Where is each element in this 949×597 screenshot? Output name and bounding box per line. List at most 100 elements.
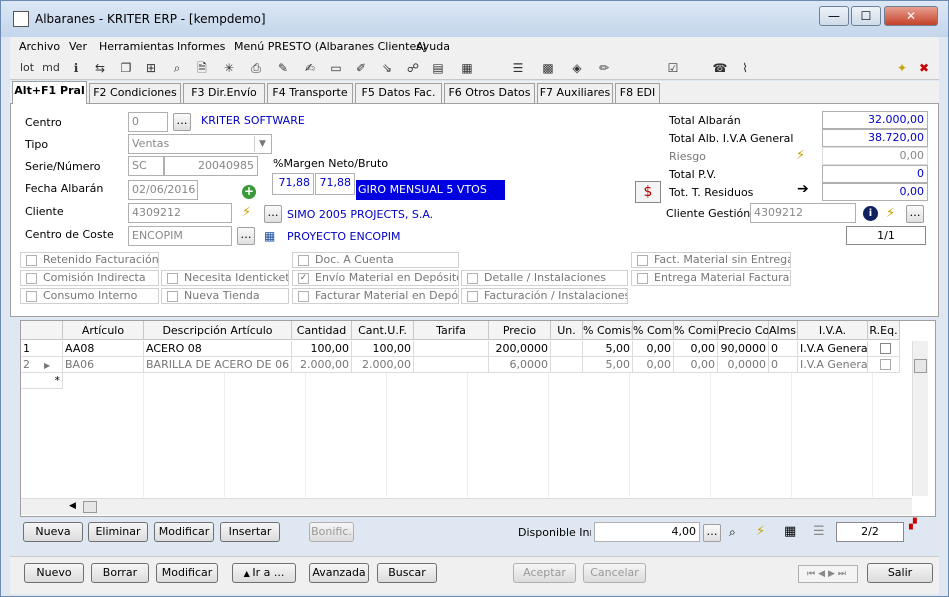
tab-dir-envio[interactable]: F3 Dir.Envío bbox=[183, 83, 265, 103]
crosshair-icon[interactable]: ✳ bbox=[221, 60, 237, 76]
header-articulo[interactable]: Artículo bbox=[63, 321, 144, 340]
envio-checkbox[interactable]: ✓ Envío Material en Depósito bbox=[292, 270, 459, 286]
network-icon[interactable]: ☍ bbox=[405, 60, 421, 76]
retenido-checkbox[interactable]: Retenido Facturación bbox=[20, 252, 159, 268]
scroll-thumb[interactable] bbox=[914, 359, 927, 373]
checklist-icon[interactable]: ☑ bbox=[665, 60, 681, 76]
lightbulb-icon[interactable]: ✦ bbox=[894, 60, 910, 76]
arrow-icon[interactable]: ⇘ bbox=[379, 60, 395, 76]
eliminar-line-button[interactable]: Eliminar bbox=[88, 522, 148, 542]
cell-comision2[interactable]: 0,00 bbox=[633, 341, 674, 357]
centro-input[interactable]: 0 bbox=[128, 112, 168, 132]
fact-material-checkbox[interactable]: Fact. Material sin Entrega bbox=[631, 252, 791, 268]
split-icon[interactable]: ⇆ bbox=[92, 60, 108, 76]
money-bag-icon[interactable]: $ bbox=[635, 181, 661, 203]
binoculars-icon[interactable]: ⌕ bbox=[169, 60, 185, 76]
cell-comision3[interactable]: 0,00 bbox=[674, 341, 718, 357]
header-iva[interactable]: I.V.A. bbox=[798, 321, 868, 340]
menu-herramientas[interactable]: Herramientas bbox=[99, 40, 174, 53]
cell-cantuf[interactable]: 100,00 bbox=[352, 341, 414, 357]
header-precio[interactable]: Precio bbox=[489, 321, 551, 340]
cell-comision1[interactable]: 5,00 bbox=[583, 341, 633, 357]
serie-input[interactable]: SC bbox=[128, 156, 164, 176]
menu-ayuda[interactable]: Ayuda bbox=[416, 40, 450, 53]
cell-un[interactable] bbox=[551, 357, 583, 373]
header-comision2[interactable]: % Comis. bbox=[633, 321, 674, 340]
riesgo-lightning-icon[interactable]: ⚡ bbox=[796, 148, 805, 163]
bonific-button[interactable]: Bonific. bbox=[309, 522, 354, 542]
info-circle-icon[interactable]: i bbox=[863, 206, 878, 221]
salir-button[interactable]: Salir bbox=[867, 563, 933, 583]
header-cantidad[interactable]: Cantidad bbox=[292, 321, 352, 340]
cancelar-button[interactable]: Cancelar bbox=[583, 563, 646, 583]
vertical-scrollbar[interactable] bbox=[912, 341, 928, 496]
detalle-checkbox[interactable]: Detalle / Instalaciones bbox=[461, 270, 628, 286]
tipo-select[interactable]: Ventas bbox=[128, 134, 272, 154]
header-tarifa[interactable]: Tarifa bbox=[414, 321, 489, 340]
cell-cantuf[interactable]: 2.000,00 bbox=[352, 357, 414, 373]
identicket-checkbox[interactable]: Necesita Identicket/A bbox=[161, 270, 289, 286]
record-navigator[interactable]: ⏮◀▶⏭ bbox=[798, 565, 858, 583]
cell-alms[interactable]: 0 bbox=[769, 357, 798, 373]
close-button[interactable]: ✕ bbox=[884, 6, 938, 26]
gestion-lookup-button[interactable]: … bbox=[906, 205, 924, 223]
binoculars-search-icon[interactable]: ⌕ bbox=[729, 525, 736, 540]
chevron-down-icon[interactable]: ▼ bbox=[254, 136, 270, 152]
highlighter-icon[interactable]: ✐ bbox=[353, 60, 369, 76]
tab-datos-fac[interactable]: F5 Datos Fac. bbox=[355, 83, 442, 103]
color-grid-icon[interactable]: ▞ bbox=[909, 519, 917, 530]
cell-tarifa[interactable] bbox=[414, 341, 489, 357]
cell-articulo[interactable]: BA06 bbox=[63, 357, 144, 373]
document-icon[interactable]: ▤ bbox=[430, 60, 446, 76]
org-chart-icon[interactable]: ☰ bbox=[510, 60, 526, 76]
coste-lookup-button[interactable]: … bbox=[237, 227, 255, 245]
hscroll-thumb[interactable] bbox=[83, 501, 97, 513]
lightning-icon[interactable]: ⚡ bbox=[242, 205, 251, 220]
paperclip-icon[interactable]: ⌇ bbox=[737, 60, 753, 76]
cell-precio[interactable]: 6,0000 bbox=[489, 357, 551, 373]
cliente-input[interactable]: 4309212 bbox=[128, 203, 232, 223]
header-req[interactable]: R.Eq. bbox=[868, 321, 900, 340]
tab-edi[interactable]: F8 EDI bbox=[615, 83, 660, 103]
lot-button[interactable]: lot bbox=[18, 60, 36, 76]
cell-cantidad[interactable]: 2.000,00 bbox=[292, 357, 352, 373]
tab-transporte[interactable]: F4 Transporte bbox=[267, 83, 353, 103]
info-icon[interactable]: ℹ bbox=[68, 60, 84, 76]
cell-descripcion[interactable]: BARILLA DE ACERO DE 06 bbox=[144, 357, 292, 373]
cliente-lookup-button[interactable]: … bbox=[264, 205, 282, 223]
cell-comision3[interactable]: 0,00 bbox=[674, 357, 718, 373]
comision-checkbox[interactable]: Comisión Indirecta bbox=[20, 270, 159, 286]
cell-un[interactable] bbox=[551, 341, 583, 357]
insertar-line-button[interactable]: Insertar bbox=[220, 522, 280, 542]
nuevo-button[interactable]: Nuevo bbox=[24, 563, 84, 583]
cell-iva[interactable]: I.V.A General bbox=[798, 357, 868, 373]
preview-icon[interactable]: 🗎 bbox=[194, 60, 210, 76]
phone-icon[interactable]: ☎ bbox=[712, 60, 728, 76]
menu-archivo[interactable]: Archivo bbox=[19, 40, 60, 53]
grid-view-icon[interactable]: ▦ bbox=[784, 524, 796, 539]
fecha-input[interactable]: 02/06/2016 bbox=[128, 180, 198, 200]
avanzada-button[interactable]: Avanzada bbox=[309, 563, 369, 583]
cell-comision2[interactable]: 0,00 bbox=[633, 357, 674, 373]
tab-condiciones[interactable]: F2 Condiciones bbox=[89, 83, 181, 103]
borrar-button[interactable]: Borrar bbox=[91, 563, 149, 583]
cell-req[interactable] bbox=[868, 357, 900, 373]
centro-lookup-button[interactable]: … bbox=[173, 113, 191, 131]
tools-icon[interactable]: ✎ bbox=[275, 60, 291, 76]
header-alms[interactable]: Alms. bbox=[769, 321, 798, 340]
calendar-icon[interactable]: ▦ bbox=[264, 229, 275, 243]
modificar-line-button[interactable]: Modificar bbox=[154, 522, 214, 542]
header-precio-coste[interactable]: Precio Cost bbox=[718, 321, 769, 340]
facturar-checkbox[interactable]: Facturar Material en Depósito bbox=[292, 288, 459, 304]
coste-input[interactable]: ENCOPIM bbox=[128, 226, 232, 246]
minimize-button[interactable]: — bbox=[819, 6, 849, 26]
entrega-checkbox[interactable]: Entrega Material Facturado bbox=[631, 270, 791, 286]
add-date-icon[interactable]: + bbox=[242, 185, 256, 199]
scroll-left-icon[interactable]: ◀ bbox=[69, 501, 76, 511]
tab-principal[interactable]: Alt+F1 Pral bbox=[12, 81, 87, 104]
maximize-button[interactable]: ☐ bbox=[851, 6, 881, 26]
header-comision3[interactable]: % Comis. bbox=[674, 321, 718, 340]
facturacion-checkbox[interactable]: Facturación / Instalaciones bbox=[461, 288, 628, 304]
nueva-tienda-checkbox[interactable]: Nueva Tienda bbox=[161, 288, 289, 304]
cell-articulo[interactable]: AA08 bbox=[63, 341, 144, 357]
